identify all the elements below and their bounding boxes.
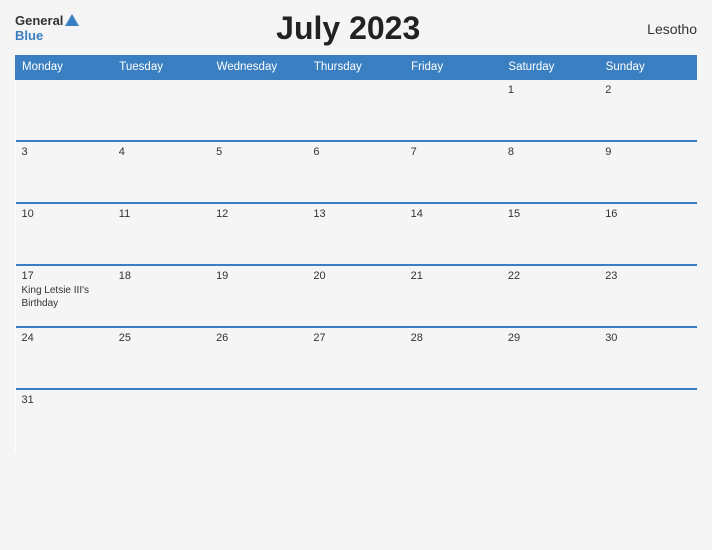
day-number: 29 <box>508 332 593 344</box>
col-header-wednesday: Wednesday <box>210 56 307 80</box>
calendar-cell: 14 <box>405 203 502 265</box>
calendar-cell <box>405 389 502 451</box>
calendar-cell <box>210 389 307 451</box>
day-number: 14 <box>411 208 496 220</box>
day-number: 25 <box>119 332 204 344</box>
day-number: 4 <box>119 146 204 158</box>
calendar-cell: 11 <box>113 203 210 265</box>
calendar-cell <box>599 389 696 451</box>
col-header-friday: Friday <box>405 56 502 80</box>
day-number: 16 <box>605 208 690 220</box>
calendar-cell <box>405 79 502 141</box>
calendar-cell <box>307 79 404 141</box>
calendar-cell: 23 <box>599 265 696 327</box>
day-number: 23 <box>605 270 690 282</box>
calendar-cell: 15 <box>502 203 599 265</box>
logo-blue-text: Blue <box>15 29 79 43</box>
day-number: 1 <box>508 84 593 96</box>
month-title: July 2023 <box>79 10 617 47</box>
day-number: 26 <box>216 332 301 344</box>
calendar-cell: 16 <box>599 203 696 265</box>
day-number: 7 <box>411 146 496 158</box>
day-number: 15 <box>508 208 593 220</box>
calendar-cell <box>113 389 210 451</box>
calendar-cell: 31 <box>16 389 113 451</box>
logo-triangle-icon <box>65 14 79 26</box>
calendar-week-2: 3456 789 <box>16 141 697 203</box>
calendar-cell: 22 <box>502 265 599 327</box>
calendar-table: MondayTuesdayWednesdayThursdayFridaySatu… <box>15 55 697 451</box>
day-number: 17 <box>22 270 107 282</box>
calendar-cell: 24 <box>16 327 113 389</box>
calendar-cell: 1 <box>502 79 599 141</box>
calendar-cell: 18 <box>113 265 210 327</box>
col-header-monday: Monday <box>16 56 113 80</box>
event-label: King Letsie III's Birthday <box>22 285 90 309</box>
col-header-saturday: Saturday <box>502 56 599 80</box>
col-header-tuesday: Tuesday <box>113 56 210 80</box>
calendar-cell: 8 <box>502 141 599 203</box>
calendar-week-4: 17 King Letsie III's Birthday 18 19 20 21 22 23 <box>16 265 697 327</box>
calendar-cell: 7 <box>405 141 502 203</box>
calendar-cell: 29 <box>502 327 599 389</box>
calendar-header-row: MondayTuesdayWednesdayThursdayFridaySatu… <box>16 56 697 80</box>
calendar-cell: 30 <box>599 327 696 389</box>
calendar-cell: 17 King Letsie III's Birthday <box>16 265 113 327</box>
day-number: 10 <box>22 208 107 220</box>
day-number: 19 <box>216 270 301 282</box>
country-label: Lesotho <box>617 21 697 37</box>
day-number: 22 <box>508 270 593 282</box>
day-number: 30 <box>605 332 690 344</box>
calendar-cell: 2 <box>599 79 696 141</box>
day-number: 5 <box>216 146 301 158</box>
calendar-page: { "header": { "title": "July 2023", "cou… <box>0 0 712 550</box>
calendar-cell: 13 <box>307 203 404 265</box>
calendar-cell: 5 <box>210 141 307 203</box>
calendar-cell: 19 <box>210 265 307 327</box>
calendar-week-3: 10 11 12 13 14 15 16 <box>16 203 697 265</box>
calendar-cell: 12 <box>210 203 307 265</box>
calendar-cell: 6 <box>307 141 404 203</box>
day-number: 11 <box>119 208 204 220</box>
calendar-week-1: 12 <box>16 79 697 141</box>
calendar-cell: 10 <box>16 203 113 265</box>
day-number: 31 <box>22 394 107 406</box>
col-header-sunday: Sunday <box>599 56 696 80</box>
calendar-cell: 9 <box>599 141 696 203</box>
day-number: 13 <box>313 208 398 220</box>
calendar-week-5: 24 25 26 27 28 29 30 <box>16 327 697 389</box>
day-number: 8 <box>508 146 593 158</box>
calendar-cell: 27 <box>307 327 404 389</box>
calendar-cell <box>502 389 599 451</box>
logo-general-text: General <box>15 14 63 28</box>
logo: General Blue <box>15 14 79 43</box>
day-number: 3 <box>22 146 107 158</box>
day-number: 28 <box>411 332 496 344</box>
calendar-cell: 25 <box>113 327 210 389</box>
day-number: 24 <box>22 332 107 344</box>
calendar-cell: 4 <box>113 141 210 203</box>
calendar-cell: 26 <box>210 327 307 389</box>
day-number: 18 <box>119 270 204 282</box>
calendar-cell <box>16 79 113 141</box>
day-number: 6 <box>313 146 398 158</box>
calendar-cell <box>113 79 210 141</box>
day-number: 9 <box>605 146 690 158</box>
calendar-week-6: 31 <box>16 389 697 451</box>
calendar-cell <box>210 79 307 141</box>
calendar-cell: 28 <box>405 327 502 389</box>
page-header: General Blue July 2023 Lesotho <box>15 10 697 47</box>
calendar-cell <box>307 389 404 451</box>
day-number: 12 <box>216 208 301 220</box>
day-number: 21 <box>411 270 496 282</box>
day-number: 2 <box>605 84 690 96</box>
calendar-cell: 21 <box>405 265 502 327</box>
day-number: 27 <box>313 332 398 344</box>
day-number: 20 <box>313 270 398 282</box>
calendar-cell: 20 <box>307 265 404 327</box>
calendar-cell: 3 <box>16 141 113 203</box>
col-header-thursday: Thursday <box>307 56 404 80</box>
